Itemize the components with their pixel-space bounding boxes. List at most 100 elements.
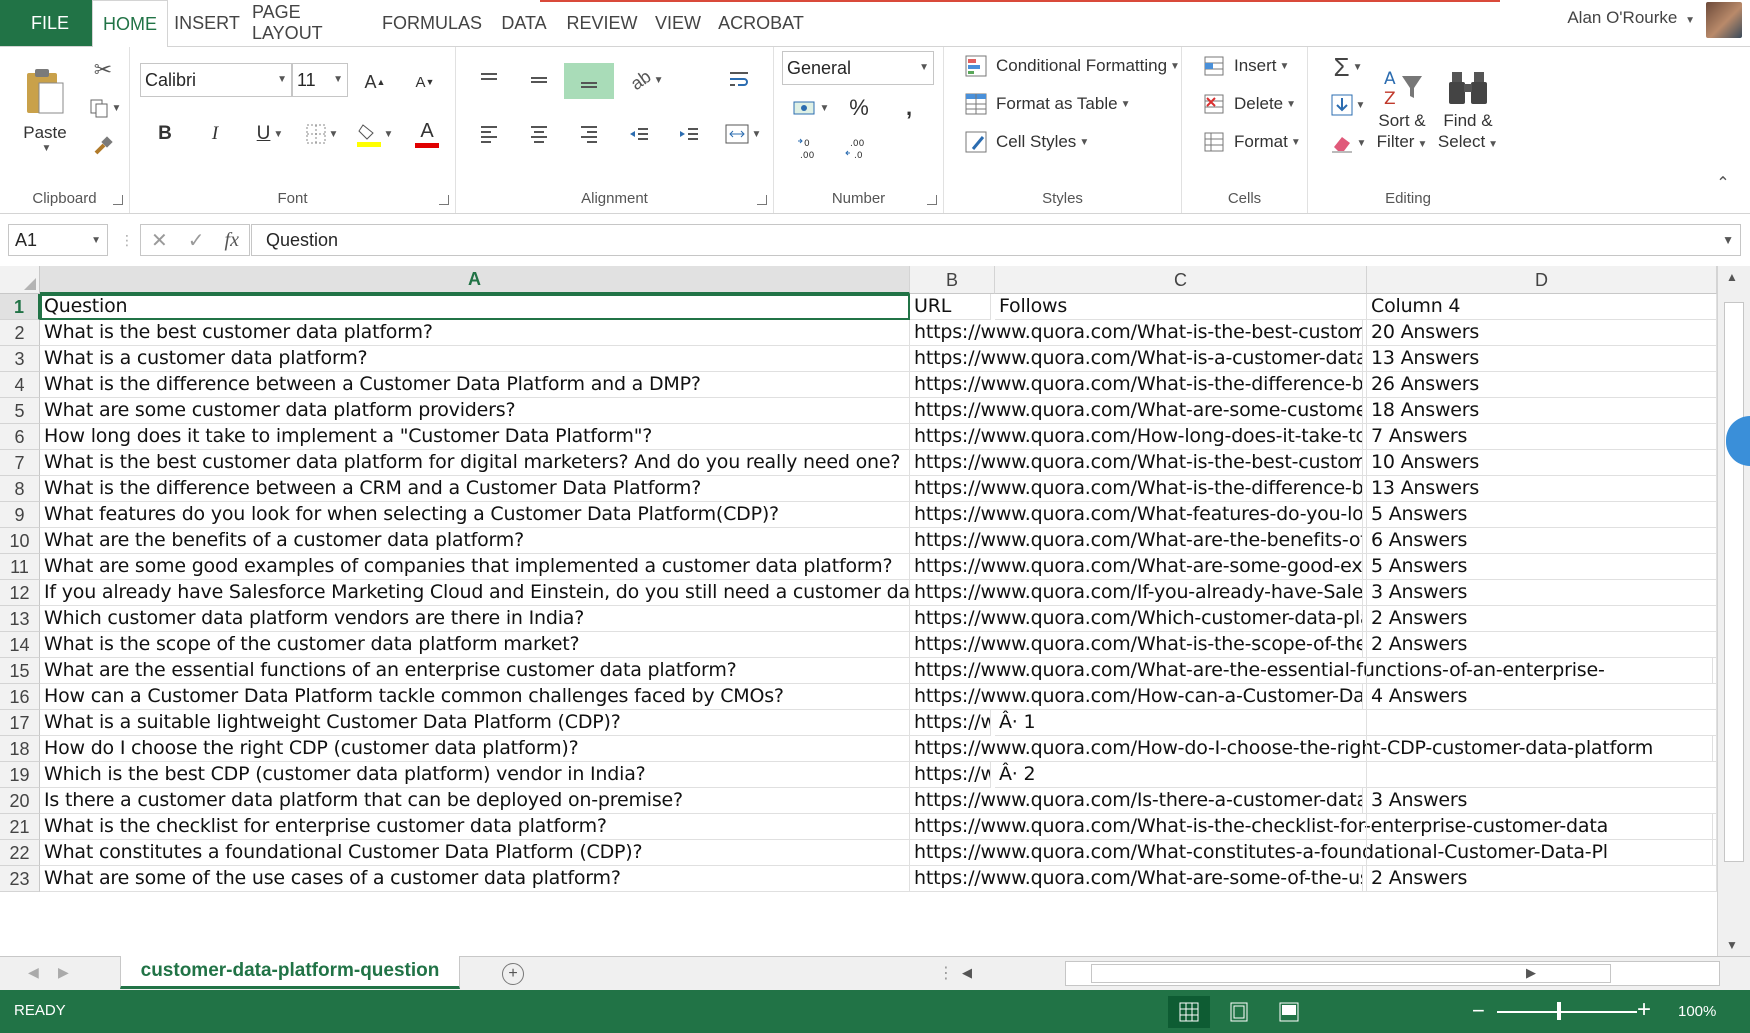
- cell-a11[interactable]: What are some good examples of companies…: [40, 554, 910, 580]
- avatar[interactable]: [1706, 2, 1742, 38]
- cell-a14[interactable]: What is the scope of the customer data p…: [40, 632, 910, 658]
- cell-c14[interactable]: [995, 632, 1367, 658]
- cell-a19[interactable]: Which is the best CDP (customer data pla…: [40, 762, 910, 788]
- row-header[interactable]: 1: [0, 294, 40, 320]
- cell-c6[interactable]: [995, 424, 1367, 450]
- cell-c16[interactable]: [995, 684, 1367, 710]
- middle-align-button[interactable]: [522, 65, 556, 95]
- cell-d15[interactable]: [1367, 658, 1717, 684]
- font-color-button[interactable]: A: [406, 117, 448, 151]
- cell-a12[interactable]: If you already have Salesforce Marketing…: [40, 580, 910, 606]
- formula-input[interactable]: Question ▼: [251, 224, 1741, 256]
- cell-d21[interactable]: [1367, 814, 1717, 840]
- sheet-prev-icon[interactable]: ◀: [28, 964, 39, 981]
- shrink-font-button[interactable]: A ▼: [410, 67, 440, 97]
- decrease-indent-button[interactable]: [622, 119, 656, 149]
- row-header[interactable]: 16: [0, 684, 40, 710]
- tab-home[interactable]: HOME: [92, 0, 168, 47]
- cell-a8[interactable]: What is the difference between a CRM and…: [40, 476, 910, 502]
- row-header[interactable]: 15: [0, 658, 40, 684]
- cell-d23[interactable]: 2 Answers: [1367, 866, 1717, 892]
- row-header[interactable]: 23: [0, 866, 40, 892]
- cell-d14[interactable]: 2 Answers: [1367, 632, 1717, 658]
- row-header[interactable]: 21: [0, 814, 40, 840]
- alignment-launcher-icon[interactable]: [757, 195, 767, 205]
- chevron-down-icon[interactable]: ▼: [1722, 233, 1734, 247]
- zoom-in-button[interactable]: +: [1637, 996, 1651, 1024]
- cell-a7[interactable]: What is the best customer data platform …: [40, 450, 910, 476]
- cell-c21[interactable]: [995, 814, 1367, 840]
- normal-view-button[interactable]: [1168, 996, 1210, 1028]
- tab-view[interactable]: VIEW: [650, 0, 706, 46]
- zoom-out-button[interactable]: −: [1472, 998, 1485, 1024]
- scroll-left-icon[interactable]: ◀: [962, 965, 972, 981]
- column-header-c[interactable]: C: [995, 266, 1367, 294]
- cell-c7[interactable]: [995, 450, 1367, 476]
- cell-d19[interactable]: [1367, 762, 1717, 788]
- row-header[interactable]: 5: [0, 398, 40, 424]
- cell-c1[interactable]: Follows: [995, 294, 1367, 320]
- cell-c9[interactable]: [995, 502, 1367, 528]
- tab-file[interactable]: FILE: [0, 0, 100, 46]
- copy-button[interactable]: ▼: [84, 95, 126, 121]
- select-all-button[interactable]: [0, 266, 40, 294]
- bold-button[interactable]: B: [150, 119, 180, 149]
- tab-insert[interactable]: INSERT: [172, 0, 242, 46]
- cell-d8[interactable]: 13 Answers: [1367, 476, 1717, 502]
- conditional-formatting-button[interactable]: Conditional Formatting ▼: [964, 55, 1180, 77]
- clear-button[interactable]: ▼: [1326, 127, 1370, 159]
- cell-c3[interactable]: [995, 346, 1367, 372]
- scroll-up-icon[interactable]: ▲: [1726, 270, 1738, 284]
- row-header[interactable]: 6: [0, 424, 40, 450]
- cell-c17[interactable]: Â· 1: [995, 710, 1367, 736]
- cell-a2[interactable]: What is the best customer data platform?: [40, 320, 910, 346]
- zoom-slider-thumb[interactable]: [1557, 1002, 1561, 1020]
- cell-a23[interactable]: What are some of the use cases of a cust…: [40, 866, 910, 892]
- italic-button[interactable]: I: [200, 119, 230, 149]
- row-header[interactable]: 10: [0, 528, 40, 554]
- cell-a22[interactable]: What constitutes a foundational Customer…: [40, 840, 910, 866]
- cell-a15[interactable]: What are the essential functions of an e…: [40, 658, 910, 684]
- cell-a16[interactable]: How can a Customer Data Platform tackle …: [40, 684, 910, 710]
- align-center-button[interactable]: [522, 119, 556, 149]
- cell-a4[interactable]: What is the difference between a Custome…: [40, 372, 910, 398]
- cell-c13[interactable]: [995, 606, 1367, 632]
- insert-cells-button[interactable]: Insert ▼: [1202, 55, 1289, 77]
- cell-styles-button[interactable]: Cell Styles ▼: [964, 131, 1089, 153]
- grow-font-button[interactable]: A ▲: [360, 67, 390, 97]
- cell-c10[interactable]: [995, 528, 1367, 554]
- tab-split-grip-icon[interactable]: ⋮: [938, 963, 954, 983]
- cell-c20[interactable]: [995, 788, 1367, 814]
- cancel-icon[interactable]: ✕: [151, 228, 168, 253]
- underline-button[interactable]: U ▼: [250, 119, 290, 149]
- horizontal-scrollbar[interactable]: [1065, 961, 1720, 986]
- column-header-a[interactable]: A: [40, 266, 910, 294]
- tab-page-layout[interactable]: PAGE LAYOUT: [252, 0, 372, 46]
- row-header[interactable]: 12: [0, 580, 40, 606]
- number-launcher-icon[interactable]: [927, 195, 937, 205]
- increase-indent-button[interactable]: [672, 119, 706, 149]
- worksheet-grid[interactable]: A B C D 1 Question URL Follows Column 4 2 What…: [0, 266, 1750, 956]
- add-sheet-button[interactable]: +: [502, 963, 524, 985]
- cell-a21[interactable]: What is the checklist for enterprise cus…: [40, 814, 910, 840]
- clipboard-launcher-icon[interactable]: [113, 195, 123, 205]
- row-header[interactable]: 17: [0, 710, 40, 736]
- row-header[interactable]: 14: [0, 632, 40, 658]
- cell-b19[interactable]: https://www.quora.com/: [910, 762, 991, 788]
- cell-d10[interactable]: 6 Answers: [1367, 528, 1717, 554]
- cut-button[interactable]: ✂: [88, 57, 118, 83]
- cell-d11[interactable]: 5 Answers: [1367, 554, 1717, 580]
- sheet-next-icon[interactable]: ▶: [58, 964, 69, 981]
- checkmark-icon[interactable]: ✓: [188, 228, 205, 253]
- cell-d3[interactable]: 13 Answers: [1367, 346, 1717, 372]
- row-header[interactable]: 3: [0, 346, 40, 372]
- font-size-select[interactable]: 11 ▼: [292, 63, 348, 97]
- merge-center-button[interactable]: ▼: [718, 117, 768, 151]
- tab-formulas[interactable]: FORMULAS: [382, 0, 482, 46]
- cell-d9[interactable]: 5 Answers: [1367, 502, 1717, 528]
- cell-a10[interactable]: What are the benefits of a customer data…: [40, 528, 910, 554]
- find-select-button[interactable]: Find & Select ▼: [1436, 55, 1500, 165]
- cell-d13[interactable]: 2 Answers: [1367, 606, 1717, 632]
- cell-d20[interactable]: 3 Answers: [1367, 788, 1717, 814]
- cell-d17[interactable]: [1367, 710, 1717, 736]
